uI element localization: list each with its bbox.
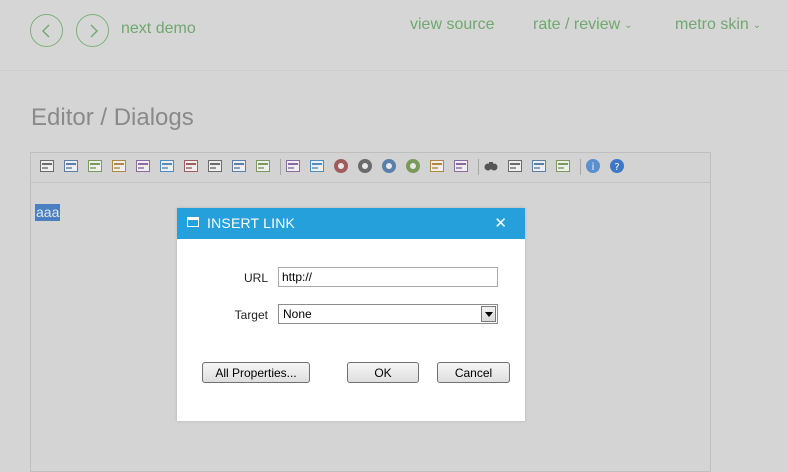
skin-selector-dropdown[interactable]: metro skin ⌄	[675, 16, 761, 34]
svg-text:i: i	[592, 162, 595, 173]
window-icon	[187, 217, 199, 227]
image-icon[interactable]	[135, 158, 153, 176]
document-icon[interactable]	[429, 158, 447, 176]
chevron-down-icon: ⌄	[752, 20, 762, 31]
chevron-down-icon: ⌄	[624, 20, 633, 31]
selected-text[interactable]: aaa	[35, 204, 61, 221]
previous-demo-button[interactable]	[30, 14, 63, 47]
table-properties-icon[interactable]	[507, 158, 525, 176]
skin-selector-label: metro skin	[675, 16, 749, 33]
w3c-validate-icon[interactable]	[207, 158, 225, 176]
editor-toolbar: i?	[31, 153, 710, 183]
page-title: Editor / Dialogs	[31, 104, 194, 131]
html-icon[interactable]	[63, 158, 81, 176]
svg-text:?: ?	[614, 162, 619, 173]
rate-review-label: rate / review	[533, 16, 621, 33]
template-icon[interactable]	[285, 158, 303, 176]
hyperlink-manager-icon[interactable]	[531, 158, 549, 176]
image-map-icon[interactable]	[309, 158, 327, 176]
top-navigation-bar: next demo view source rate / review ⌄ met…	[0, 0, 788, 71]
styles-icon[interactable]	[183, 158, 201, 176]
insert-link-dialog: INSERT LINK ✕ URL Target None All Proper…	[177, 208, 525, 421]
next-demo-arrow-button[interactable]	[76, 14, 109, 47]
dialog-title-bar[interactable]: INSERT LINK ✕	[177, 208, 525, 239]
ok-button[interactable]: OK	[347, 362, 419, 383]
url-label: URL	[243, 271, 268, 285]
table-icon[interactable]	[87, 158, 105, 176]
chevron-right-icon	[90, 24, 98, 37]
form-icon[interactable]	[39, 158, 57, 176]
toolbar-separator	[478, 159, 479, 175]
view-source-link[interactable]: view source	[410, 16, 494, 34]
cancel-button[interactable]: Cancel	[437, 362, 510, 383]
chevron-left-icon	[41, 24, 49, 37]
close-icon[interactable]: ✕	[494, 214, 507, 232]
next-demo-link[interactable]: next demo	[121, 20, 196, 38]
media-icon[interactable]	[357, 158, 375, 176]
image-manager-icon[interactable]	[159, 158, 177, 176]
link-icon[interactable]	[111, 158, 129, 176]
format-painter-icon[interactable]	[255, 158, 273, 176]
target-select[interactable]: None	[278, 304, 498, 324]
page-properties-icon[interactable]	[453, 158, 471, 176]
file-icon[interactable]	[555, 158, 573, 176]
target-selected-value: None	[283, 307, 312, 321]
url-input[interactable]	[278, 267, 498, 287]
toolbar-separator	[580, 159, 581, 175]
all-properties-button[interactable]: All Properties...	[202, 362, 310, 383]
target-label: Target	[234, 308, 268, 322]
video-icon[interactable]	[381, 158, 399, 176]
toolbar-separator	[280, 159, 281, 175]
help-icon[interactable]: ?	[609, 158, 627, 176]
tooltip-icon[interactable]: i	[585, 158, 603, 176]
dialog-title: INSERT LINK	[207, 215, 296, 231]
spellcheck-icon[interactable]	[231, 158, 249, 176]
dropdown-arrow-icon[interactable]	[481, 306, 496, 322]
find-replace-icon[interactable]	[483, 158, 501, 176]
rate-review-dropdown[interactable]: rate / review ⌄	[533, 16, 633, 34]
youtube-icon[interactable]	[405, 158, 423, 176]
flash-icon[interactable]	[333, 158, 351, 176]
